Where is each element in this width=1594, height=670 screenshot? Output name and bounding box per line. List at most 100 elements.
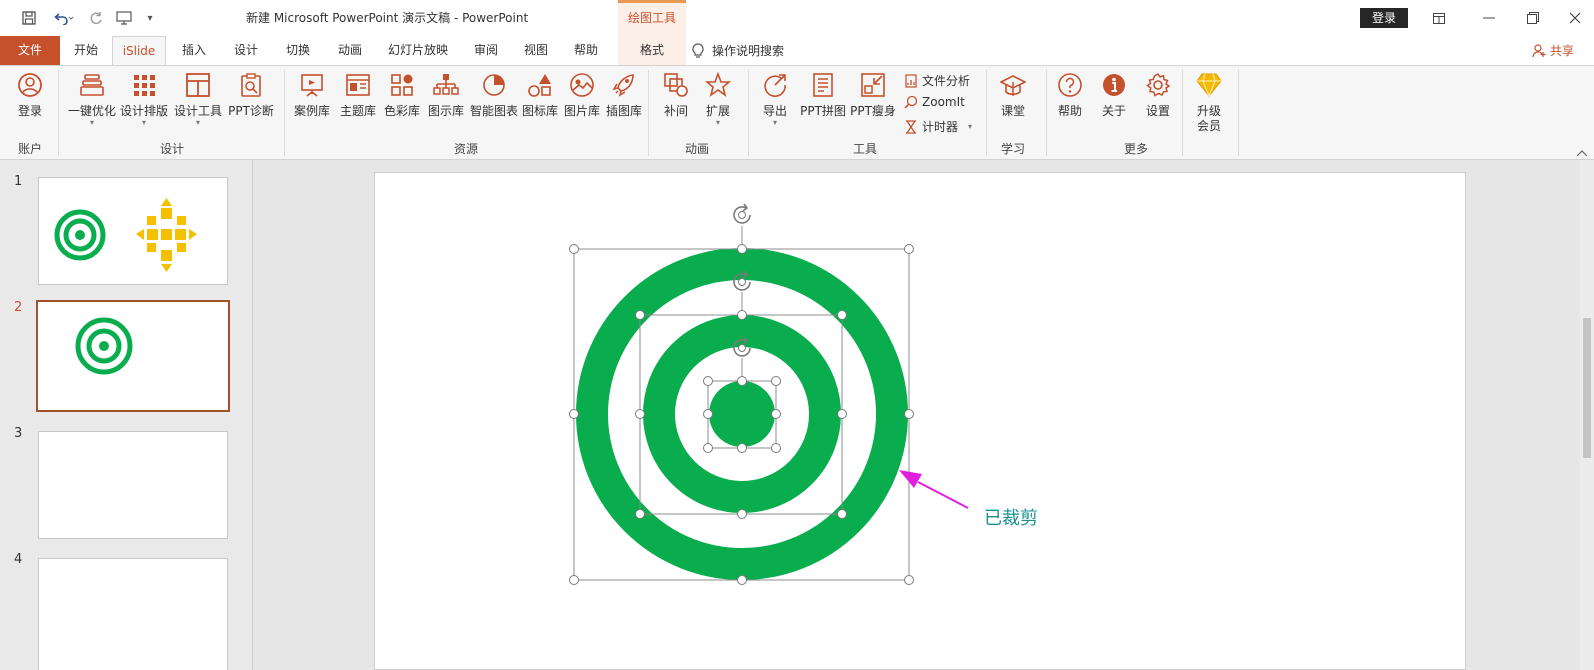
upgrade-member-label-1: 升级 (1196, 104, 1221, 118)
scrollbar-thumb[interactable] (1583, 318, 1591, 458)
slide-thumbnail-4[interactable] (38, 558, 228, 670)
tab-insert[interactable]: 插入 (172, 36, 216, 65)
ribbon-display-options-icon[interactable] (1424, 6, 1454, 30)
tween-label: 补间 (663, 104, 688, 118)
vertical-scrollbar[interactable] (1580, 160, 1594, 670)
chevron-down-icon: ▾ (968, 122, 973, 131)
settings-label: 设置 (1145, 104, 1170, 118)
settings-button[interactable]: 设置 (1134, 72, 1182, 119)
tab-animation[interactable]: 动画 (328, 36, 372, 65)
tab-slideshow[interactable]: 幻灯片放映 (380, 36, 456, 65)
file-analysis-button[interactable]: 文件分析 (904, 72, 970, 89)
diagram-library-button[interactable]: 图示库 (422, 72, 470, 119)
tab-design[interactable]: 设计 (224, 36, 268, 65)
design-layout-label: 设计排版 (119, 104, 168, 118)
customize-toolbar-icon[interactable]: ▾ (144, 8, 156, 28)
tween-button[interactable]: 补间 (652, 72, 700, 119)
org-chart-icon (433, 74, 459, 95)
presentation-board-icon (301, 74, 323, 97)
tab-file[interactable]: 文件 (0, 36, 60, 65)
login-ribbon-button[interactable]: 登录 (4, 72, 56, 119)
slide-number-selected: 2 (14, 300, 23, 315)
about-button[interactable]: 关于 (1090, 72, 1138, 119)
tab-home[interactable]: 开始 (64, 36, 108, 65)
target-rings-thumbnail (75, 317, 133, 375)
user-circle-icon (18, 73, 42, 97)
timer-label: 计时器 (922, 120, 959, 134)
person-add-icon (1532, 43, 1546, 57)
upgrade-member-label-2: 会员 (1196, 119, 1221, 133)
tab-view[interactable]: 视图 (514, 36, 558, 65)
redo-icon[interactable] (86, 8, 106, 28)
one-click-optimize-button[interactable]: 一键优化 ▾ (66, 72, 118, 127)
theme-layout-icon (346, 74, 370, 96)
zoomit-button[interactable]: ZoomIt (904, 95, 965, 109)
slide-canvas[interactable] (374, 172, 1466, 670)
zoomit-label: ZoomIt (922, 95, 965, 109)
graduation-cap-icon (1000, 75, 1026, 96)
design-tools-button[interactable]: 设计工具 ▾ (172, 72, 224, 127)
ppt-slim-button[interactable]: PPT瘦身 (846, 72, 900, 119)
rocket-icon (612, 74, 634, 97)
icon-library-button[interactable]: 图标库 (516, 72, 564, 119)
tab-help[interactable]: 帮助 (564, 36, 608, 65)
question-circle-icon (1058, 73, 1082, 97)
diagram-library-label: 图示库 (427, 104, 464, 118)
star-icon (705, 72, 731, 97)
collage-doc-icon (813, 73, 833, 97)
design-tools-label: 设计工具 (173, 104, 222, 118)
ppt-diagnose-button[interactable]: PPT诊断 (224, 72, 278, 119)
export-button[interactable]: 导出 ▾ (750, 72, 800, 127)
group-label-animation: 动画 (684, 142, 709, 156)
undo-icon[interactable] (50, 8, 78, 28)
tab-review[interactable]: 审阅 (464, 36, 508, 65)
tab-format[interactable]: 格式 (618, 36, 686, 65)
tell-me-search[interactable]: 操作说明搜索 (692, 42, 784, 59)
extend-button[interactable]: 扩展 ▾ (694, 72, 742, 127)
group-label-tools: 工具 (852, 142, 877, 156)
title-bar: ▾ 新建 Microsoft PowerPoint 演示文稿 - PowerPo… (0, 0, 1594, 36)
theme-library-button[interactable]: 主题库 (334, 72, 382, 119)
ribbon-tab-row: 文件 开始 iSlide 插入 设计 切换 动画 幻灯片放映 审阅 视图 帮助 … (0, 36, 1594, 65)
case-library-button[interactable]: 案例库 (288, 72, 336, 119)
export-label: 导出 (762, 104, 787, 118)
group-label-account: 账户 (17, 142, 42, 156)
illustration-library-button[interactable]: 插图库 (600, 72, 648, 119)
chevron-down-icon: ▾ (141, 118, 146, 127)
share-label: 共享 (1550, 44, 1575, 58)
ppt-collage-button[interactable]: PPT拼图 (796, 72, 850, 119)
slide-number: 1 (14, 174, 23, 189)
smart-chart-button[interactable]: 智能图表 (466, 72, 522, 119)
group-divider (1238, 70, 1239, 156)
classroom-button[interactable]: 课堂 (988, 72, 1038, 119)
present-icon[interactable] (114, 8, 134, 28)
tab-islide[interactable]: iSlide (112, 36, 166, 65)
group-label-learn: 学习 (1000, 142, 1025, 156)
slide-thumbnail-1[interactable] (38, 177, 228, 285)
share-button[interactable]: 共享 (1532, 42, 1574, 59)
group-divider (58, 70, 59, 156)
close-icon[interactable] (1560, 6, 1590, 30)
tab-transition[interactable]: 切换 (276, 36, 320, 65)
theme-library-label: 主题库 (339, 104, 376, 118)
color-library-button[interactable]: 色彩库 (378, 72, 426, 119)
timer-button[interactable]: 计时器 ▾ (904, 118, 972, 135)
design-layout-button[interactable]: 设计排版 ▾ (118, 72, 170, 127)
help-ribbon-button[interactable]: 帮助 (1046, 72, 1094, 119)
restore-icon[interactable] (1518, 6, 1548, 30)
group-divider (648, 70, 649, 156)
diamond-icon (1196, 73, 1222, 97)
save-icon[interactable] (18, 8, 40, 28)
slide-thumbnail-3[interactable] (38, 431, 228, 539)
login-button[interactable]: 登录 (1360, 8, 1408, 28)
slide-thumbnail-2[interactable] (36, 300, 230, 412)
islide-ribbon: 登录 账户 一键优化 ▾ 设计排版 ▾ 设计工具 ▾ PPT诊断 设计 案例库 … (0, 65, 1594, 160)
document-title: 新建 Microsoft PowerPoint 演示文稿 - PowerPoin… (246, 11, 529, 25)
upgrade-member-button[interactable]: 升级 会员 (1184, 72, 1234, 134)
picture-library-button[interactable]: 图片库 (558, 72, 606, 119)
info-icon (1103, 74, 1125, 96)
collapse-ribbon-icon[interactable] (1576, 146, 1588, 158)
group-divider (748, 70, 749, 156)
group-label-resources: 资源 (453, 142, 478, 156)
minimize-icon[interactable] (1474, 6, 1504, 30)
